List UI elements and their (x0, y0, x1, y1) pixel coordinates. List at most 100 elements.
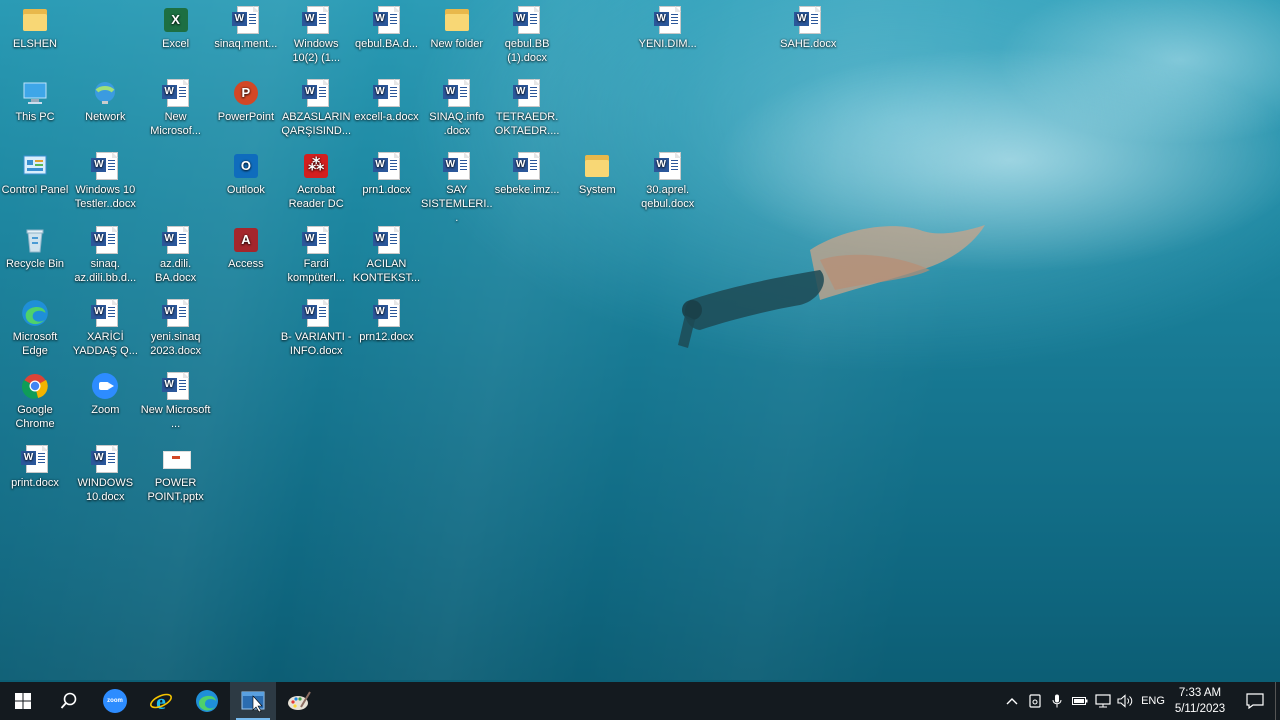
desktop-icon-word[interactable]: W 30.aprel. qebul.docx (632, 152, 704, 211)
desktop-icon-label: ABZASLARIN QARŞISIND... (281, 111, 352, 138)
taskbar-paint[interactable] (276, 682, 322, 720)
desktop-icon-folder[interactable]: New folder (421, 6, 493, 51)
desktop-icon-label: Network (85, 111, 126, 124)
access-icon: A (232, 226, 260, 254)
recycle-bin-icon (21, 226, 49, 254)
desktop-icon-word[interactable]: W XARİCİ YADDAŞ Q... (69, 298, 141, 358)
taskbar-zoom[interactable]: zoom (92, 682, 138, 720)
desktop-icon-word[interactable]: W Windows 10(2) (1... (280, 6, 352, 65)
desktop-icon-word[interactable]: Wqebul.BB (1).docx (491, 6, 563, 65)
desktop-icon-label: print.docx (11, 477, 59, 490)
desktop-icon-word[interactable]: W SINAQ.info .docx (421, 79, 493, 138)
search-button[interactable] (46, 682, 92, 720)
wallpaper-diver (678, 225, 985, 348)
word-document-icon: W (302, 79, 330, 108)
desktop-icon-folder[interactable]: System (561, 152, 633, 197)
start-button[interactable] (0, 682, 46, 720)
desktop-icon-zoom[interactable]: Zoom (69, 372, 141, 417)
desktop-icon-word[interactable]: W SAHE.docx (772, 6, 844, 51)
desktop-icon-label: System (579, 184, 616, 197)
folder-icon (21, 6, 49, 34)
desktop-icon-label: Acrobat Reader DC (288, 184, 344, 211)
desktop-icon-word[interactable]: Wqebul.BA.d... (351, 6, 423, 51)
desktop-icon-label: Windows 10(2) (1... (292, 38, 341, 64)
desktop-icon-label: prn1.docx (362, 184, 411, 197)
desktop-icon-label: SINAQ.info .docx (429, 111, 485, 138)
desktop-icon-word[interactable]: Wyeni.sinaq 2023.docx (140, 298, 212, 358)
window-app-icon (241, 691, 265, 712)
desktop-icon-word[interactable]: W WINDOWS 10.docx (69, 445, 141, 504)
chrome-icon (21, 372, 49, 400)
desktop-icon-label: qebul.BA.d... (355, 38, 418, 50)
desktop-icon-word[interactable]: W ABZASLARIN QARŞISIND... (280, 79, 352, 138)
show-hidden-icons-button[interactable] (1000, 682, 1024, 720)
desktop-icon-word[interactable]: Wsinaq. az.dili.bb.d... (69, 225, 141, 285)
desktop-icon-word[interactable]: W TETRAEDR. OKTAEDR.... (491, 79, 563, 138)
tray-device-button[interactable] (1024, 682, 1046, 720)
svg-text:e: e (156, 689, 166, 713)
zoom-icon: zoom (103, 689, 127, 713)
tray-microphone-button[interactable] (1046, 682, 1068, 720)
desktop-icon-edge[interactable]: Microsoft Edge (0, 299, 71, 358)
desktop-icon-word[interactable]: W Windows 10 Testler..docx (69, 152, 141, 211)
word-document-icon: W (372, 152, 401, 181)
show-desktop-button[interactable] (1275, 682, 1280, 720)
desktop-icon-label: ACILAN KONTEKST... (352, 257, 421, 284)
clock-button[interactable]: 7:33 AM 5/11/2023 (1168, 685, 1232, 717)
desktop-icon-label: TETRAEDR. OKTAEDR.... (494, 111, 560, 138)
tray-network-button[interactable] (1092, 682, 1114, 720)
desktop-icon-thispc[interactable]: This PC (0, 79, 71, 124)
volume-icon (1117, 694, 1133, 708)
action-center-button[interactable] (1238, 682, 1272, 720)
edge-icon (196, 690, 218, 712)
desktop-icon-word[interactable]: W YENI.DIM... (632, 6, 704, 51)
microphone-icon (1052, 694, 1062, 708)
desktop-icon-acrobat[interactable]: ⁂ Acrobat Reader DC (280, 152, 352, 211)
word-document-icon: W (161, 79, 190, 108)
word-document-icon: W (91, 225, 119, 254)
desktop-icon-word[interactable]: W B- VARIANTI -INFO.docx (280, 298, 352, 358)
desktop-icon-controlpanel[interactable]: Control Panel (0, 152, 71, 197)
desktop-icon-chrome[interactable]: Google Chrome (0, 372, 71, 431)
desktop-icon-word[interactable]: Wsinaq.ment... (210, 6, 282, 51)
input-language-button[interactable]: ENG (1138, 682, 1168, 720)
desktop-icon-recycle[interactable]: Recycle Bin (0, 226, 71, 271)
tray-battery-button[interactable] (1068, 682, 1092, 720)
word-document-icon: W (794, 6, 822, 34)
word-document-icon: W (653, 6, 682, 34)
desktop-icon-word[interactable]: W Fardi kompüterl... (280, 225, 352, 285)
taskbar-edge[interactable] (184, 682, 230, 720)
desktop-icon-excel[interactable]: X Excel (140, 6, 212, 51)
desktop-icon-powerpoint[interactable]: P PowerPoint (210, 79, 282, 124)
desktop-icon-word[interactable]: Wprn12.docx (351, 298, 423, 344)
desktop-icon-word[interactable]: Waz.dili. BA.docx (140, 225, 212, 285)
zoom-icon (91, 372, 119, 400)
desktop-icon-word[interactable]: Wprn1.docx (351, 152, 423, 197)
desktop-icon-pptx[interactable]: POWER POINT.pptx (140, 445, 212, 504)
desktop-icon-outlook[interactable]: O Outlook (210, 152, 282, 197)
edge-icon (21, 299, 49, 327)
desktop-icon-label: sinaq. az.dili.bb.d... (74, 257, 137, 284)
taskbar-app-active[interactable] (230, 682, 276, 720)
desktop-icon-access[interactable]: A Access (210, 226, 282, 271)
desktop-icon-label: sebeke.imz... (494, 184, 560, 197)
desktop-icon-network[interactable]: Network (69, 79, 141, 124)
desktop-icon-word[interactable]: Wsebeke.imz... (491, 152, 563, 197)
desktop-icon-folder[interactable]: ELSHEN (0, 6, 71, 51)
desktop-icon-word[interactable]: W SAY SISTEMLERI... (421, 152, 493, 225)
word-document-icon: W (513, 152, 541, 181)
word-document-icon: W (372, 225, 401, 254)
desktop-icon-word[interactable]: W New Microsof... (140, 79, 212, 138)
desktop-icon-word[interactable]: Wprint.docx (0, 445, 71, 490)
desktop-icon-word[interactable]: W New Microsoft ... (140, 372, 212, 431)
desktop-icon-word[interactable]: Wexcell-a.docx (351, 79, 423, 124)
taskbar-internet-explorer[interactable]: e (138, 682, 184, 720)
word-document-icon: W (372, 298, 401, 327)
network-icon (91, 79, 119, 107)
tray-volume-button[interactable] (1114, 682, 1138, 720)
desktop-icon-label: Outlook (226, 184, 265, 197)
word-document-icon: W (21, 445, 49, 474)
desktop-icon-word[interactable]: W ACILAN KONTEKST... (351, 225, 423, 285)
device-icon (1029, 694, 1041, 708)
zoom-badge-text: zoom (107, 698, 123, 704)
